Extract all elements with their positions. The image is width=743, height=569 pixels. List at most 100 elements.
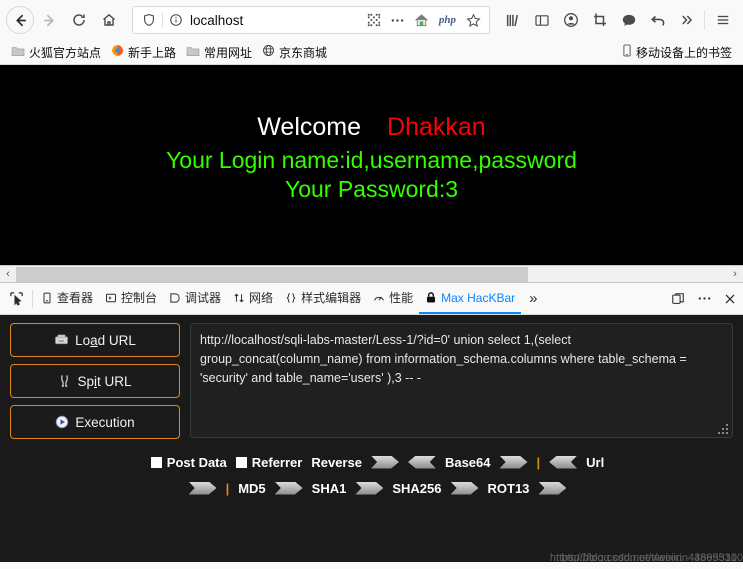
- reverse-label: Reverse: [311, 454, 362, 470]
- folder-icon: [11, 45, 25, 60]
- watermark-line-2: http://blog.csdn.net/weixin_43695310: [561, 552, 743, 562]
- url-bar[interactable]: localhost php: [132, 6, 490, 34]
- account-icon[interactable]: [556, 5, 585, 35]
- devtools-overflow-icon[interactable]: »: [521, 290, 545, 307]
- app-menu-icon[interactable]: [708, 5, 737, 35]
- devtools-menu-icon[interactable]: [691, 284, 717, 314]
- execution-button[interactable]: Execution: [10, 405, 180, 439]
- referrer-checkbox[interactable]: Referrer: [235, 455, 302, 470]
- screenshot-icon[interactable]: [585, 5, 614, 35]
- password-line: Your Password:3: [284, 176, 459, 202]
- checkbox-box[interactable]: [235, 456, 247, 468]
- url-encode-button[interactable]: [188, 481, 217, 495]
- sha256-button[interactable]: [450, 481, 479, 495]
- base64-decode-button[interactable]: [549, 455, 578, 469]
- reverse-encode-button[interactable]: [370, 455, 399, 469]
- hackbar-options-row-2: | MD5 SHA1 SHA256 ROT13: [22, 475, 733, 501]
- tab-network[interactable]: 网络: [227, 283, 279, 314]
- home-button[interactable]: [94, 5, 124, 35]
- execute-icon: [55, 415, 69, 429]
- url-input[interactable]: localhost: [188, 13, 362, 28]
- bookmark-label: 新手上路: [128, 45, 177, 60]
- info-circle-icon[interactable]: [164, 9, 188, 31]
- rot13-button[interactable]: [538, 481, 567, 495]
- checkbox-box[interactable]: [150, 456, 162, 468]
- separator-pipe: |: [536, 454, 541, 470]
- library-icon[interactable]: [498, 5, 527, 35]
- load-url-button[interactable]: Load URL: [10, 323, 180, 357]
- toolbar-divider: [704, 10, 705, 30]
- url-label: Url: [586, 454, 605, 470]
- shield-icon[interactable]: [137, 9, 161, 31]
- dock-layout-icon[interactable]: [665, 284, 691, 314]
- rot13-label: ROT13: [487, 480, 530, 496]
- scrollbar-thumb[interactable]: [16, 266, 528, 282]
- scrollbar-track[interactable]: [16, 266, 727, 283]
- devtools-tabbar: 查看器 控制台 调试器 网络 样式编辑器 性能 Max HacKBar »: [0, 283, 743, 315]
- bookmark-item-firefox-official[interactable]: 火狐官方站点: [6, 43, 106, 62]
- undo-icon[interactable]: [643, 5, 672, 35]
- console-icon: [105, 292, 117, 304]
- bookmark-item-jd-mall[interactable]: 京东商城: [257, 43, 332, 62]
- browser-toolbar-icons: [498, 5, 737, 35]
- load-url-label: Load URL: [75, 332, 136, 348]
- url-textarea[interactable]: http://localhost/sqli-labs-master/Less-1…: [190, 323, 733, 438]
- tab-label: 性能: [389, 291, 414, 305]
- sha1-button[interactable]: [355, 481, 384, 495]
- md5-button[interactable]: [274, 481, 303, 495]
- tab-performance[interactable]: 性能: [367, 283, 419, 314]
- tab-label: 控制台: [121, 291, 158, 305]
- sidebar-icon[interactable]: [527, 5, 556, 35]
- network-icon: [233, 292, 245, 304]
- urlbar-actions: php: [362, 9, 485, 31]
- login-name-line: Your Login name:id,username,password: [166, 147, 577, 173]
- bookmark-item-common-sites[interactable]: 常用网址: [181, 43, 257, 62]
- textarea-resize-grip[interactable]: [718, 424, 728, 434]
- overflow-chevron-icon[interactable]: [672, 5, 701, 35]
- hackbar-top-row: Load URL Spit URL Execution http://local…: [10, 323, 733, 439]
- performance-icon: [373, 292, 385, 304]
- bookmark-item-mobile-bookmarks[interactable]: 移动设备上的书签: [617, 43, 737, 62]
- split-url-button[interactable]: Spit URL: [10, 364, 180, 398]
- bookmark-label: 移动设备上的书签: [635, 45, 732, 60]
- bookmark-item-getting-started[interactable]: 新手上路: [106, 43, 181, 62]
- qr-code-icon[interactable]: [362, 9, 386, 31]
- back-button[interactable]: [6, 6, 34, 34]
- scroll-right-arrow-icon[interactable]: ›: [727, 266, 743, 283]
- reverse-decode-button[interactable]: [407, 455, 436, 469]
- post-data-checkbox[interactable]: Post Data: [150, 454, 227, 470]
- element-picker-icon[interactable]: [2, 284, 30, 314]
- tab-style-editor[interactable]: 样式编辑器: [279, 283, 367, 314]
- devtools-divider: [32, 289, 33, 308]
- tab-debugger[interactable]: 调试器: [163, 283, 227, 314]
- style-editor-icon: [285, 292, 297, 304]
- ellipsis-icon[interactable]: [386, 9, 410, 31]
- separator-pipe: |: [225, 480, 230, 496]
- hackbar-options: Post Data Referrer Reverse Base64 | Url …: [10, 449, 733, 501]
- php-badge[interactable]: php: [434, 14, 461, 26]
- tab-console[interactable]: 控制台: [99, 283, 163, 314]
- load-url-icon: [54, 334, 69, 347]
- scroll-left-arrow-icon[interactable]: ‹: [0, 266, 16, 283]
- browser-chrome: localhost php 火狐官方站点 新手上路 常用网址 京东商城 移动设备…: [0, 0, 743, 65]
- close-devtools-icon[interactable]: [717, 284, 743, 314]
- split-url-label: Spit URL: [77, 373, 132, 389]
- star-icon[interactable]: [461, 9, 485, 31]
- welcome-label: Welcome: [257, 113, 362, 141]
- globe-icon: [262, 44, 275, 60]
- forward-button[interactable]: [34, 5, 64, 35]
- base64-encode-button[interactable]: [499, 455, 528, 469]
- pocket-icon[interactable]: [614, 5, 643, 35]
- bookmark-label: 常用网址: [204, 45, 253, 60]
- post-data-label: Post Data: [166, 454, 227, 470]
- house-icon[interactable]: [410, 9, 434, 31]
- page-horizontal-scrollbar[interactable]: ‹ ›: [0, 265, 743, 282]
- tab-max-hackbar[interactable]: Max HacKBar: [419, 283, 522, 314]
- bookmark-label: 京东商城: [279, 45, 328, 60]
- reload-button[interactable]: [64, 5, 94, 35]
- tab-inspector[interactable]: 查看器: [35, 283, 99, 314]
- sha256-label: SHA256: [392, 480, 442, 496]
- url-textarea-value: http://localhost/sqli-labs-master/Less-1…: [200, 333, 687, 385]
- lock-icon: [425, 291, 437, 304]
- navigation-toolbar: localhost php: [0, 0, 743, 40]
